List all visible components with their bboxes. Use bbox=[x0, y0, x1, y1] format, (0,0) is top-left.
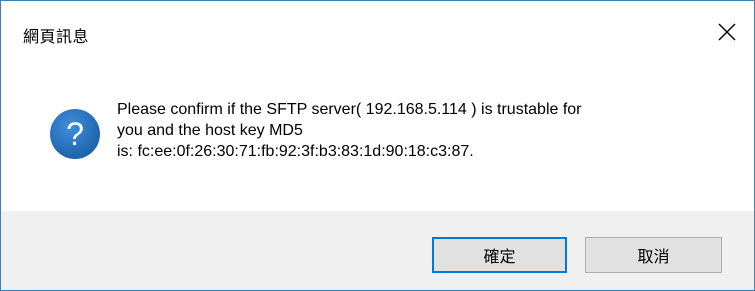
dialog-content: ? Please confirm if the SFTP server( 192… bbox=[1, 63, 754, 211]
close-button[interactable] bbox=[700, 9, 754, 55]
message-line: Please confirm if the SFTP server( 192.1… bbox=[117, 101, 582, 118]
cancel-button[interactable]: 取消 bbox=[585, 237, 722, 273]
message-line: is: fc:ee:0f:26:30:71:fb:92:3f:b3:83:1d:… bbox=[117, 143, 474, 160]
confirm-dialog: 網頁訊息 ? Please confirm if the SFTP server… bbox=[0, 0, 755, 291]
dialog-titlebar: 網頁訊息 bbox=[1, 1, 754, 63]
dialog-title: 網頁訊息 bbox=[23, 27, 90, 46]
dialog-message: Please confirm if the SFTP server( 192.1… bbox=[117, 99, 737, 162]
close-icon bbox=[718, 23, 736, 41]
question-icon: ? bbox=[50, 109, 100, 159]
message-line: you and the host key MD5 bbox=[117, 122, 303, 139]
svg-text:?: ? bbox=[66, 116, 84, 152]
ok-button[interactable]: 確定 bbox=[432, 237, 567, 273]
dialog-footer: 確定 取消 bbox=[1, 211, 754, 290]
